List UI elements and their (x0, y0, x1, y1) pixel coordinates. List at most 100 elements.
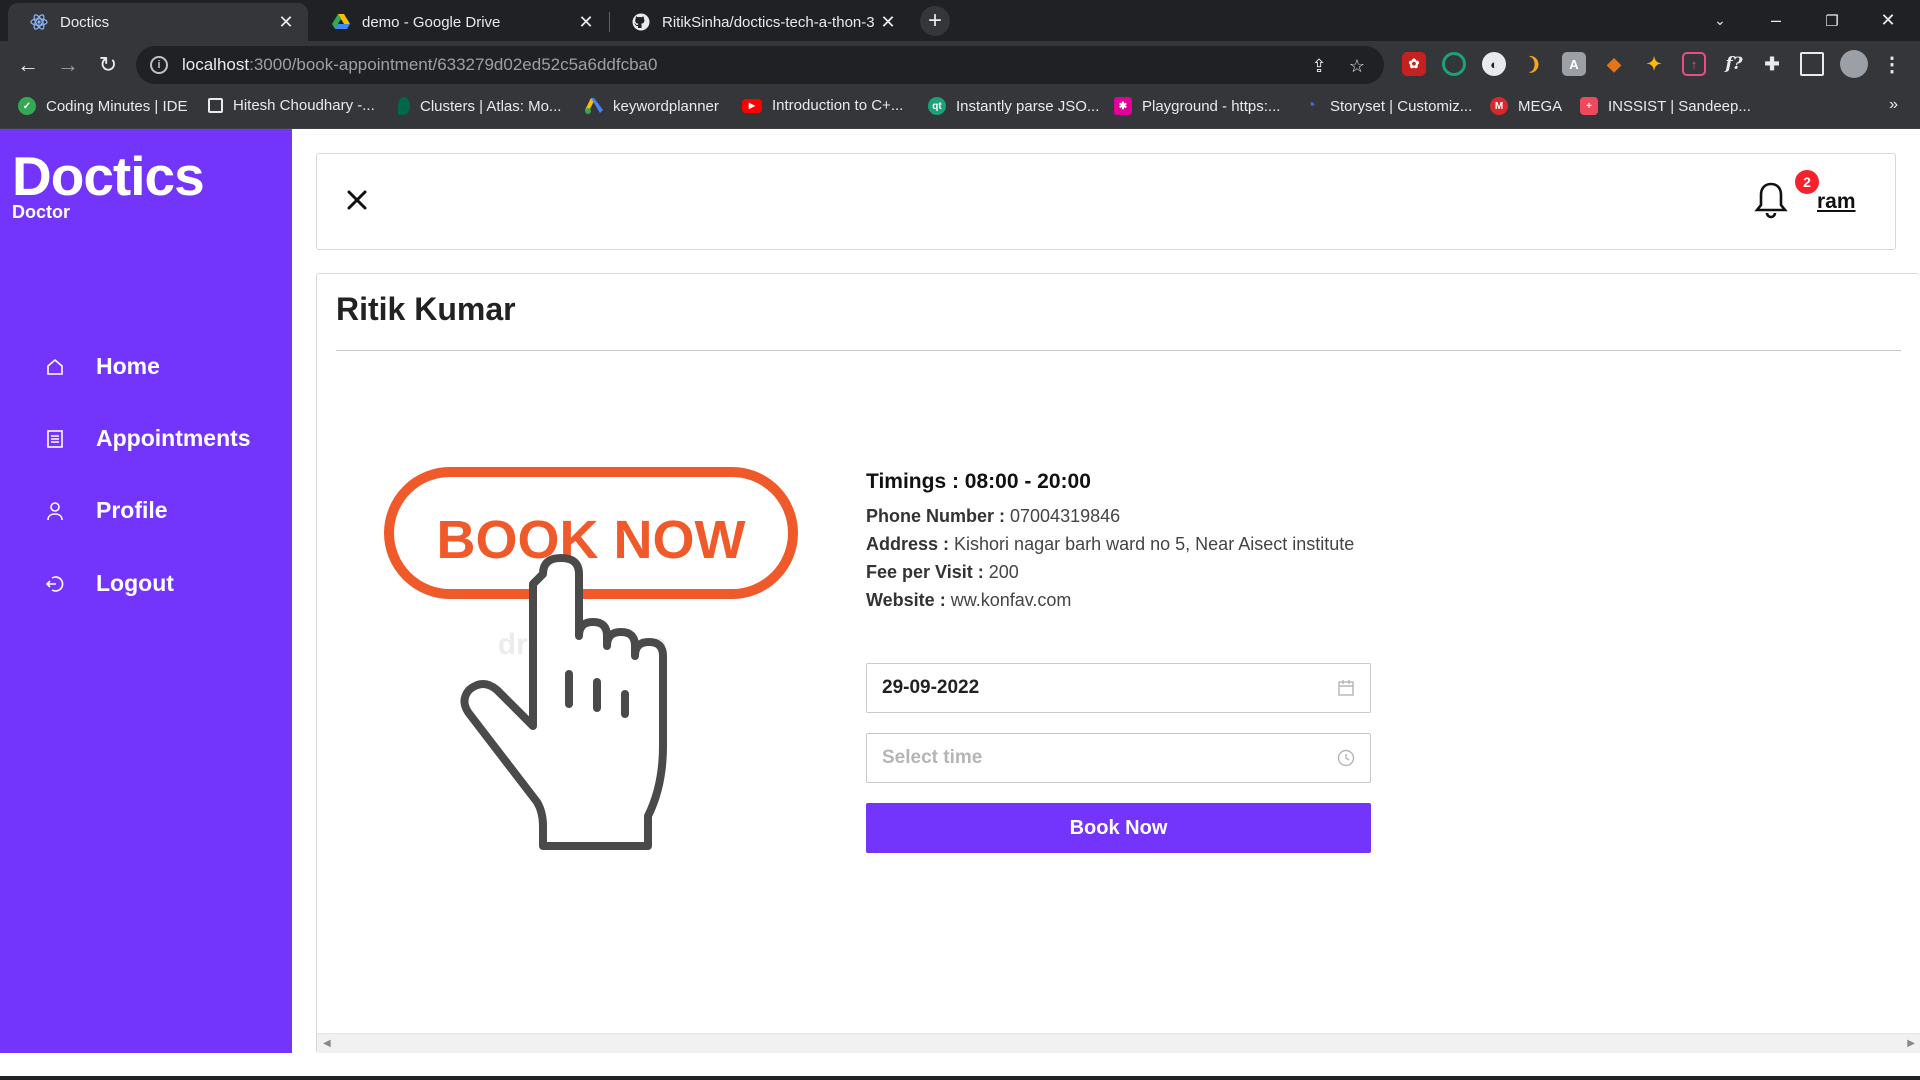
react-icon (30, 13, 48, 31)
restore-icon[interactable]: ❐ (1804, 0, 1860, 41)
app-logo: Doctics (12, 145, 205, 207)
fee-label: Fee per Visit : (866, 562, 984, 582)
reload-icon[interactable]: ↻ (92, 49, 124, 81)
sidebar-item-label: Appointments (96, 425, 251, 451)
close-tab-icon[interactable]: ✕ (878, 12, 898, 33)
date-picker[interactable]: 29-09-2022 (866, 663, 1371, 713)
close-tab-icon[interactable]: ✕ (276, 12, 296, 33)
browser-toolbar: ← → ↻ i localhost:3000/book-appointment/… (0, 41, 1920, 89)
minimize-icon[interactable]: – (1748, 0, 1804, 41)
user-icon (44, 500, 66, 522)
close-icon[interactable] (337, 180, 377, 220)
user-role: Doctor (12, 202, 70, 222)
forward-icon[interactable]: → (52, 49, 84, 81)
metamask-icon[interactable]: ◆ (1602, 52, 1626, 76)
extension-icon[interactable]: A (1562, 52, 1586, 76)
list-icon (44, 428, 66, 450)
tab-doctics[interactable]: Doctics ✕ (8, 3, 308, 41)
close-tab-icon[interactable]: ✕ (576, 12, 596, 33)
window-close-icon[interactable]: ✕ (1860, 0, 1916, 41)
sidebar-item-home[interactable]: Home (44, 353, 160, 380)
notification-badge: 2 (1795, 170, 1819, 194)
doctor-name: Ritik Kumar (336, 291, 516, 327)
url-text: localhost:3000/book-appointment/633279d0… (182, 55, 657, 75)
sidebar-item-label: Home (96, 353, 160, 379)
bookmark-star-icon[interactable]: ☆ (1346, 55, 1368, 77)
sidebar-item-label: Logout (96, 570, 174, 596)
address-label: Address : (866, 534, 950, 554)
tab-search-icon[interactable]: ⌄ (1692, 0, 1748, 41)
side-panel-icon[interactable] (1800, 52, 1824, 76)
back-icon[interactable]: ← (12, 49, 44, 81)
address-row: Address : Kishori nagar barh ward no 5, … (866, 530, 1386, 558)
bookmark-item[interactable]: qt Instantly parse JSO... (928, 97, 1099, 115)
font-finder-icon[interactable]: f? (1722, 52, 1746, 76)
extension-icon[interactable] (1442, 52, 1466, 76)
timings: Timings : 08:00 - 20:00 (866, 470, 1386, 494)
bookmark-item[interactable]: ✓ Coding Minutes | IDE (18, 97, 187, 115)
bookmark-label: keywordplanner (613, 97, 719, 115)
bell-icon[interactable] (1753, 180, 1789, 220)
bookmark-label: Coding Minutes | IDE (46, 97, 188, 115)
divider (336, 350, 1901, 351)
google-drive-icon (332, 13, 350, 31)
phone-row: Phone Number : 07004319846 (866, 502, 1386, 530)
bookmark-item[interactable]: M MEGA (1490, 97, 1562, 115)
sidebar-item-label: Profile (96, 497, 168, 523)
share-icon[interactable]: ⇪ (1308, 55, 1330, 77)
new-tab-button[interactable]: + (920, 6, 950, 36)
github-icon (632, 13, 650, 31)
color-picker-icon[interactable]: ✦ (1642, 52, 1666, 76)
website-label: Website : (866, 590, 946, 610)
extension-icon[interactable]: ✿ (1402, 52, 1426, 76)
url-host: localhost (182, 55, 250, 74)
bookmark-label: MEGA (1518, 97, 1563, 115)
graphql-icon: ✱ (1114, 97, 1132, 115)
username-link[interactable]: ram (1817, 190, 1856, 214)
tab-google-drive[interactable]: demo - Google Drive ✕ (310, 3, 608, 41)
book-now-illustration: BOOK NOW dreamstime (384, 467, 798, 850)
quicktype-icon: qt (928, 97, 946, 115)
phone-label: Phone Number : (866, 506, 1006, 526)
page-icon (208, 98, 223, 113)
website-value: ww.konfav.com (945, 590, 1072, 610)
fee-value: 200 (983, 562, 1019, 582)
bookmark-label: Instantly parse JSO... (956, 97, 1100, 115)
bookmark-item[interactable]: Hitesh Choudhary -... (208, 97, 375, 114)
bookmark-item[interactable]: ✱ Playground - https:... (1114, 97, 1280, 115)
address-bar[interactable]: i localhost:3000/book-appointment/633279… (136, 46, 1384, 84)
avatar[interactable] (1840, 50, 1868, 78)
tab-github[interactable]: RitikSinha/doctics-tech-a-thon-3 ✕ (610, 3, 910, 41)
tab-title: Doctics (60, 13, 110, 31)
bookmark-item[interactable]: + INSSIST | Sandeep... (1580, 97, 1751, 115)
website-row: Website : ww.konfav.com (866, 586, 1386, 614)
site-info-icon[interactable]: i (150, 56, 168, 74)
extension-icon[interactable]: ↑ (1682, 52, 1706, 76)
book-now-button[interactable]: Book Now (866, 803, 1371, 853)
bookmark-item[interactable]: keywordplanner (585, 97, 719, 115)
bookmark-item[interactable]: Clusters | Atlas: Mo... (398, 97, 561, 115)
scroll-left-icon[interactable]: ◀ (323, 1038, 331, 1049)
sidebar-item-logout[interactable]: Logout (44, 570, 174, 597)
time-picker[interactable]: Select time (866, 733, 1371, 783)
bookmarks-overflow-icon[interactable]: » (1889, 96, 1898, 114)
extension-icon[interactable]: ◐ (1482, 52, 1506, 76)
tab-title: demo - Google Drive (362, 13, 501, 31)
scroll-right-icon[interactable]: ▶ (1907, 1038, 1915, 1049)
timings-value: 08:00 - 20:00 (958, 470, 1091, 493)
header-card: 2 ram (316, 153, 1896, 250)
horizontal-scrollbar[interactable]: ◀ ▶ (317, 1033, 1920, 1053)
bookmark-label: Introduction to C+... (772, 97, 904, 114)
sidebar-item-profile[interactable]: Profile (44, 497, 168, 524)
phone-value: 07004319846 (1005, 506, 1121, 526)
extension-icon[interactable]: ❩ (1522, 52, 1546, 76)
puzzle-icon[interactable]: ✚ (1760, 52, 1784, 76)
logout-icon (44, 573, 66, 595)
mega-icon: M (1490, 97, 1508, 115)
date-value: 29-09-2022 (882, 677, 980, 698)
bookmark-item[interactable]: ◔ Storyset | Customiz... (1302, 97, 1472, 115)
sidebar-item-appointments[interactable]: Appointments (44, 425, 251, 452)
kebab-menu-icon[interactable]: ⋮ (1880, 52, 1904, 76)
bookmark-item[interactable]: ▶ Introduction to C+... (742, 97, 903, 114)
sidebar: Doctics Doctor Home Appointments Profile… (0, 129, 292, 1053)
